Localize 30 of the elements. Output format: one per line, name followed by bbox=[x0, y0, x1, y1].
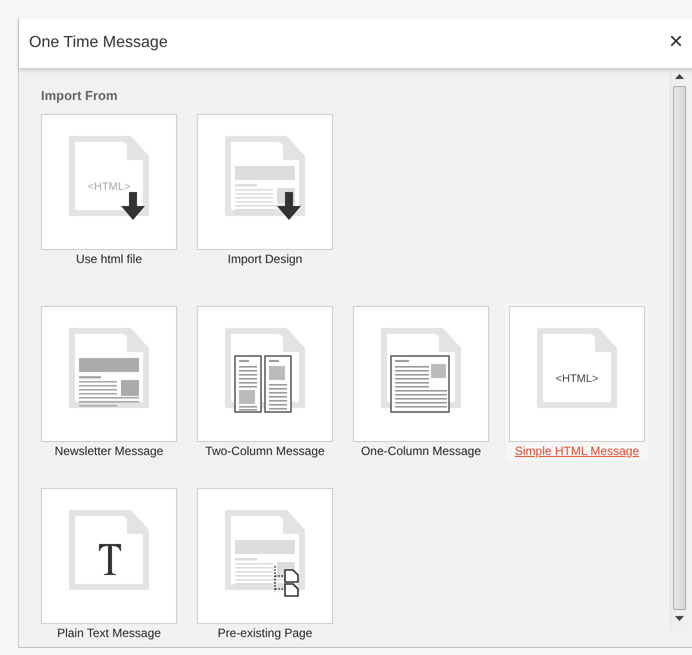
template-item[interactable]: Plain Text Message bbox=[41, 488, 177, 640]
scroll-down-icon[interactable] bbox=[675, 616, 684, 622]
template-item[interactable]: Newsletter Message bbox=[41, 306, 177, 458]
template-item[interactable]: <HTML> Use html file bbox=[41, 114, 177, 266]
template-item[interactable]: One-Column Message bbox=[353, 306, 489, 458]
template-item[interactable]: Import Design bbox=[197, 114, 333, 266]
template-link[interactable]: Use html file bbox=[76, 252, 142, 266]
dialog-title: One Time Message bbox=[29, 33, 168, 53]
document-icon bbox=[224, 134, 306, 222]
template-tile[interactable]: <HTML> bbox=[509, 306, 645, 442]
document-icon bbox=[224, 508, 306, 596]
html-tag-text: <HTML> bbox=[88, 180, 130, 192]
template-link[interactable]: Plain Text Message bbox=[57, 626, 161, 640]
close-button[interactable]: × bbox=[669, 31, 684, 53]
scrollbar[interactable] bbox=[670, 70, 687, 630]
html-tag-text: <HTML> bbox=[556, 372, 598, 384]
scrollbar-thumb[interactable] bbox=[673, 86, 686, 610]
template-link[interactable]: One-Column Message bbox=[360, 444, 482, 458]
template-link[interactable]: Simple HTML Message bbox=[514, 444, 640, 458]
section-heading: Import From bbox=[41, 87, 119, 105]
document-icon bbox=[224, 326, 306, 414]
template-item[interactable]: Pre-existing Page bbox=[197, 488, 333, 640]
template-link[interactable]: Two-Column Message bbox=[205, 444, 325, 458]
template-link[interactable]: Pre-existing Page bbox=[218, 626, 312, 640]
template-item[interactable]: Two-Column Message bbox=[197, 306, 333, 458]
template-link[interactable]: Import Design bbox=[228, 252, 302, 266]
template-item[interactable]: <HTML> Simple HTML Message bbox=[509, 306, 645, 458]
scroll-up-icon[interactable] bbox=[675, 73, 684, 79]
template-link[interactable]: Newsletter Message bbox=[54, 444, 164, 458]
document-icon bbox=[380, 326, 462, 414]
